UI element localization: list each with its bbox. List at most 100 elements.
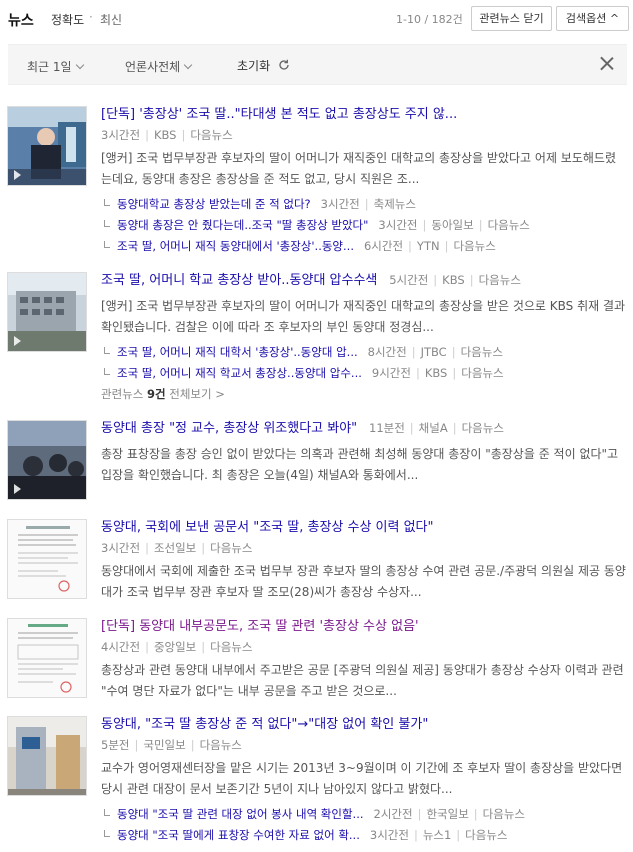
article-title[interactable]: 조국 딸, 어머니 학교 총장상 받아..동양대 압수수색	[101, 273, 377, 288]
article-source[interactable]: 다음뉴스	[462, 421, 504, 435]
related-article-title[interactable]: 동양대 "조국 딸에게 표창장 수여한 자료 없어 확...	[117, 828, 360, 842]
related-article[interactable]: 동양대 "조국 딸 관련 대장 없어 봉사 내역 확인할... 2시간전 | 한국일보…	[101, 804, 626, 825]
related-article-source[interactable]: 다음뉴스	[461, 366, 503, 380]
related-article-source[interactable]: 다음뉴스	[483, 807, 525, 821]
related-article-title[interactable]: 동양대학교 총장상 받았는데 준 적 없다?	[117, 197, 311, 211]
related-article-time: 8시간전	[367, 345, 407, 359]
related-article-press[interactable]: 축제뉴스	[374, 197, 416, 211]
article-title[interactable]: 동양대 총장 "정 교수, 총장상 위조했다고 봐야"	[101, 421, 357, 436]
article-title[interactable]: [단독] '총장상' 조국 딸.."타대생 본 적도 없고 총장상도 주지 않.…	[101, 106, 626, 124]
more-prefix: 관련뉴스	[101, 387, 144, 401]
related-article-time: 3시간전	[320, 197, 360, 211]
article-meta: 4시간전 | 중앙일보 | 다음뉴스	[101, 640, 253, 654]
article-thumbnail[interactable]	[7, 272, 87, 352]
related-article-time: 2시간전	[373, 807, 413, 821]
article-title[interactable]: 동양대, "조국 딸 총장상 준 적 없다"→"대장 없어 확인 불가"	[101, 716, 626, 734]
search-options-button[interactable]: 검색옵션 ^	[556, 6, 629, 31]
close-icon[interactable]	[594, 51, 620, 77]
article-description: [앵커] 조국 법무부장관 후보자의 딸이 어머니가 재직중인 대학교의 총장상…	[101, 151, 617, 186]
article-title[interactable]: 동양대, 국회에 보낸 공문서 "조국 딸, 총장상 수상 이력 없다"	[101, 519, 626, 537]
related-article-title[interactable]: 동양대 "조국 딸 관련 대장 없어 봉사 내역 확인할...	[117, 807, 364, 821]
news-article: [단독] '총장상' 조국 딸.."타대생 본 적도 없고 총장상도 주지 않.…	[101, 106, 626, 257]
article-time: 11분전	[369, 421, 405, 435]
related-article-press[interactable]: 뉴스1	[423, 828, 451, 842]
press-filter[interactable]: 언론사전체	[125, 58, 193, 75]
article-description: [앵커] 조국 법무부장관 후보자의 딸이 어머니가 재직중인 대학교의 총장상…	[101, 299, 626, 334]
related-article-press[interactable]: 한국일보	[426, 807, 468, 821]
article-thumbnail[interactable]	[7, 519, 87, 599]
related-article-press[interactable]: KBS	[425, 366, 448, 380]
chevron-down-icon	[183, 60, 193, 70]
article-press[interactable]: KBS	[154, 128, 177, 142]
article-description: 총장상과 관련 동양대 내부에서 주고받은 공문 [주광덕 의원실 제공] 동양…	[101, 663, 624, 698]
press-filter-label: 언론사전체	[125, 60, 181, 74]
article-time: 3시간전	[101, 128, 141, 142]
related-article-source[interactable]: 다음뉴스	[461, 345, 503, 359]
article-thumbnail[interactable]	[7, 716, 87, 796]
close-related-news-button[interactable]: 관련뉴스 닫기	[471, 6, 552, 31]
article-source[interactable]: 다음뉴스	[210, 541, 252, 555]
news-tab-title[interactable]: 뉴스	[8, 10, 34, 30]
article-description: 교수가 영어영재센터장을 맡은 시기는 2013년 3~9월이며 이 기간에 조…	[101, 761, 623, 796]
article-source[interactable]: 다음뉴스	[210, 640, 252, 654]
sort-accuracy[interactable]: 정확도	[51, 11, 84, 28]
related-article-source[interactable]: 다음뉴스	[453, 239, 495, 253]
related-news-more-link[interactable]: 관련뉴스 9건 전체보기 >	[101, 386, 626, 402]
document-thumbnail	[8, 520, 86, 598]
news-video-thumbnail	[8, 107, 86, 185]
related-article[interactable]: 조국 딸, 어머니 재직 학교서 총장상..동양대 압수... 9시간전 | KBS |…	[101, 363, 626, 384]
article-meta: 5분전 | 국민일보 | 다음뉴스	[101, 738, 242, 752]
related-article[interactable]: 동양대 "조국 딸에게 표창장 수여한 자료 없어 확... 3시간전 | 뉴스1 | 다…	[101, 825, 626, 846]
article-press[interactable]: 중앙일보	[154, 640, 196, 654]
article-description: 동양대에서 국회에 제출한 조국 법무부 장관 후보자 딸의 총장상 수여 관련…	[101, 564, 626, 599]
reset-label: 초기화	[237, 59, 271, 73]
related-article[interactable]: 동양대학교 총장상 받았는데 준 적 없다? 3시간전 | 축제뉴스	[101, 194, 626, 215]
related-article-time: 3시간전	[369, 828, 409, 842]
search-tab-bar: 뉴스 정확도 · 최신 1-10 / 182건 관련뉴스 닫기 검색옵션 ^	[0, 0, 633, 40]
document-thumbnail	[8, 619, 86, 697]
article-thumbnail[interactable]	[7, 106, 87, 186]
related-article-press[interactable]: JTBC	[421, 345, 447, 359]
related-article-title[interactable]: 조국 딸, 어머니 재직 동양대에서 '총장상'..동양...	[117, 239, 354, 253]
related-article-press[interactable]: YTN	[417, 239, 440, 253]
article-thumbnail[interactable]	[7, 420, 87, 500]
related-article-title[interactable]: 조국 딸, 어머니 재직 대학서 '총장상'..동양대 압...	[117, 345, 358, 359]
related-article-source[interactable]: 다음뉴스	[488, 218, 530, 232]
news-video-thumbnail	[8, 273, 86, 351]
article-meta: 3시간전 | 조선일보 | 다음뉴스	[101, 541, 253, 555]
article-source[interactable]: 다음뉴스	[479, 273, 521, 287]
article-description: 총장 표창장을 총장 승인 없이 받았다는 의혹과 관련해 최성해 동양대 총장…	[101, 447, 619, 482]
related-article-title[interactable]: 조국 딸, 어머니 재직 학교서 총장상..동양대 압수...	[117, 366, 362, 380]
more-suffix: 전체보기 >	[169, 387, 225, 401]
news-article: [단독] 동양대 내부공문도, 조국 딸 관련 '총장상 수상 없음' 4시간전…	[101, 618, 626, 702]
article-press[interactable]: 국민일보	[143, 738, 185, 752]
article-press[interactable]: 채널A	[419, 421, 448, 435]
more-count: 9건	[146, 387, 166, 401]
related-article-title[interactable]: 동양대 총장은 안 줬다는데..조국 "딸 총장상 받았다"	[117, 218, 368, 232]
article-press[interactable]: KBS	[442, 273, 465, 287]
related-article-time: 9시간전	[371, 366, 411, 380]
article-thumbnail[interactable]	[7, 618, 87, 698]
article-source[interactable]: 다음뉴스	[190, 128, 232, 142]
article-title[interactable]: [단독] 동양대 내부공문도, 조국 딸 관련 '총장상 수상 없음'	[101, 618, 626, 636]
photo-thumbnail	[8, 717, 86, 795]
related-article[interactable]: 조국 딸, 어머니 재직 대학서 '총장상'..동양대 압... 8시간전 | JTB…	[101, 342, 626, 363]
related-article[interactable]: 동양대 총장은 안 줬다는데..조국 "딸 총장상 받았다" 3시간전 | 동아일보 |…	[101, 215, 626, 236]
result-count: 1-10 / 182건	[396, 13, 463, 26]
article-time: 5시간전	[389, 273, 429, 287]
period-filter[interactable]: 최근 1일	[27, 58, 84, 75]
article-source[interactable]: 다음뉴스	[200, 738, 242, 752]
news-article: 동양대, 국회에 보낸 공문서 "조국 딸, 총장상 수상 이력 없다" 3시간…	[101, 519, 626, 603]
reset-button[interactable]: 초기화	[237, 57, 290, 74]
news-article: 동양대 총장 "정 교수, 총장상 위조했다고 봐야" 11분전 | 채널A | 다음뉴…	[101, 420, 626, 486]
news-article: 조국 딸, 어머니 학교 총장상 받아..동양대 압수수색 5시간전 | KBS | 다…	[101, 273, 626, 402]
article-press[interactable]: 조선일보	[154, 541, 196, 555]
related-article[interactable]: 조국 딸, 어머니 재직 동양대에서 '총장상'..동양... 6시간전 | YTN |…	[101, 236, 626, 257]
related-article-press[interactable]: 동아일보	[431, 218, 473, 232]
article-meta: 3시간전 | KBS | 다음뉴스	[101, 128, 233, 142]
related-article-time: 3시간전	[378, 218, 418, 232]
related-article-source[interactable]: 다음뉴스	[465, 828, 507, 842]
sort-latest[interactable]: 최신	[100, 11, 122, 28]
related-article-time: 6시간전	[363, 239, 404, 253]
refresh-icon	[279, 59, 289, 70]
